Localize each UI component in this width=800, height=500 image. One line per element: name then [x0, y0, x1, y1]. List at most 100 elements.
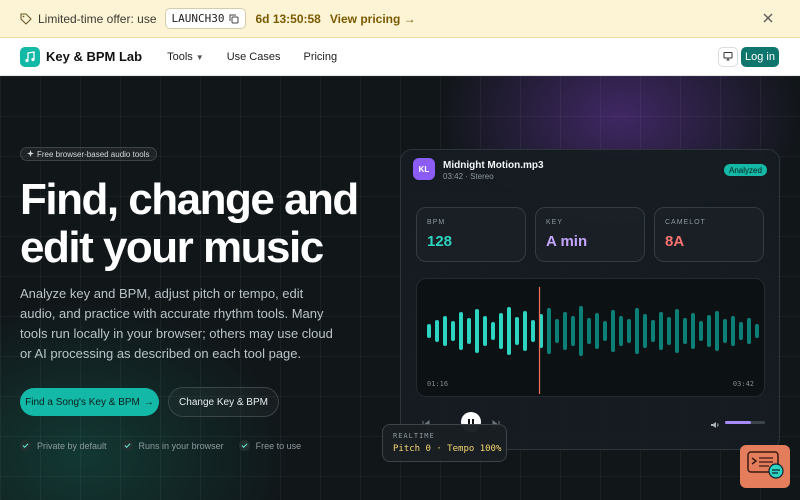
- check-icon: [238, 440, 250, 451]
- metric-camelot: CAMELOT 8A: [654, 207, 764, 262]
- waveform-bar: [691, 313, 695, 349]
- nav-links: Tools ▼ Use Cases Pricing: [167, 51, 337, 63]
- waveform-bar: [675, 309, 679, 353]
- sparkle-icon: [27, 149, 34, 159]
- metric-key: KEY A min: [535, 207, 645, 262]
- top-nav: Key & BPM Lab Tools ▼ Use Cases Pricing L…: [0, 38, 800, 76]
- theme-toggle-button[interactable]: [718, 47, 738, 67]
- perk-item: Free to use: [238, 440, 302, 451]
- promo-text: Limited-time offer: use: [38, 11, 157, 26]
- hero-badge-text: Free browser-based audio tools: [37, 149, 150, 159]
- monitor-icon: [723, 48, 733, 66]
- waveform-bar: [451, 321, 455, 341]
- time-total: 03:42: [732, 380, 754, 388]
- waveform-bar: [683, 318, 687, 344]
- waveform-bar: [571, 316, 575, 346]
- nav-item-pricing[interactable]: Pricing: [303, 51, 337, 63]
- metric-value: 128: [427, 233, 453, 250]
- time-current: 01:16: [427, 380, 449, 388]
- waveform-bar: [491, 322, 495, 340]
- logo-icon[interactable]: [20, 46, 40, 67]
- waveform-bar: [443, 316, 447, 346]
- promo-code-text: LAUNCH30: [171, 12, 225, 25]
- waveform-bar: [627, 319, 631, 343]
- realtime-value: Pitch 0 · Tempo 100%: [393, 444, 502, 454]
- perks-list: Private by default Runs in your browser …: [20, 440, 301, 451]
- analysis-card: KL Midnight Motion.mp3 03:42 · Stereo An…: [400, 149, 780, 450]
- waveform-bar: [515, 317, 519, 345]
- waveform-bar: [603, 321, 607, 341]
- check-icon: [20, 440, 31, 451]
- arrow-right-icon: →: [143, 396, 154, 408]
- nav-item-use-cases[interactable]: Use Cases: [227, 51, 281, 63]
- waveform-bar: [475, 309, 479, 353]
- waveform-bar: [611, 310, 615, 352]
- waveform-bar: [523, 311, 527, 351]
- waveform-bar: [715, 311, 719, 351]
- tag-icon: [20, 12, 32, 25]
- file-name: Midnight Motion.mp3: [443, 160, 544, 171]
- copy-icon[interactable]: [229, 14, 239, 24]
- status-badge: Analyzed: [724, 164, 767, 176]
- metric-value: A min: [546, 233, 588, 250]
- cta-primary-label: Find a Song's Key & BPM: [25, 396, 140, 408]
- volume-icon[interactable]: [710, 417, 720, 428]
- perk-item: Runs in your browser: [121, 440, 224, 451]
- waveform-bar: [643, 314, 647, 348]
- realtime-panel: REALTIME Pitch 0 · Tempo 100%: [382, 424, 507, 462]
- volume-slider[interactable]: [725, 421, 765, 424]
- waveform-bar: [435, 320, 439, 342]
- perk-item: Private by default: [20, 440, 107, 451]
- waveform-bar: [723, 319, 727, 343]
- perk-label: Runs in your browser: [138, 440, 224, 451]
- chevron-down-icon: ▼: [195, 52, 204, 62]
- chat-icon: [746, 449, 784, 484]
- volume-fill: [725, 421, 751, 424]
- waveform-bar: [459, 312, 463, 350]
- waveform-bar: [747, 318, 751, 344]
- waveform-bar: [507, 307, 511, 355]
- waveform-bar: [699, 321, 703, 341]
- waveform-bar: [531, 320, 535, 342]
- promo-timer: 6d 13:50:58: [255, 11, 321, 26]
- waveform-bars: [427, 287, 759, 394]
- change-key-bpm-button[interactable]: Change Key & BPM: [168, 387, 279, 417]
- chat-widget-button[interactable]: [740, 445, 790, 488]
- hero-subtext: Analyze key and BPM, adjust pitch or tem…: [20, 286, 333, 361]
- find-key-bpm-button[interactable]: Find a Song's Key & BPM →: [20, 388, 159, 416]
- waveform-bar: [595, 313, 599, 349]
- waveform-bar: [547, 308, 551, 354]
- file-avatar: KL: [413, 158, 435, 180]
- close-icon[interactable]: [762, 12, 774, 24]
- waveform-bar: [707, 315, 711, 347]
- waveform-bar: [731, 316, 735, 346]
- perk-label: Private by default: [37, 440, 107, 451]
- waveform-bar: [739, 322, 743, 340]
- waveform-bar: [651, 320, 655, 342]
- waveform-bar: [635, 308, 639, 354]
- perk-label: Free to use: [255, 440, 302, 451]
- realtime-label: REALTIME: [393, 432, 435, 440]
- login-button[interactable]: Log in: [741, 47, 779, 67]
- brand-name[interactable]: Key & BPM Lab: [46, 49, 142, 64]
- nav-item-tools[interactable]: Tools ▼: [167, 51, 204, 63]
- metric-label: CAMELOT: [665, 219, 706, 226]
- hero-headline: Find, change and edit your music: [20, 175, 359, 272]
- waveform-bar: [579, 306, 583, 356]
- waveform-bar: [467, 318, 471, 344]
- metric-label: BPM: [427, 219, 446, 226]
- waveform-bar: [427, 324, 431, 338]
- waveform-bar: [555, 319, 559, 343]
- promo-code[interactable]: LAUNCH30: [164, 8, 247, 29]
- metric-label: KEY: [546, 219, 564, 226]
- waveform-bar: [563, 312, 567, 350]
- waveform-bar: [755, 324, 759, 338]
- check-icon: [121, 440, 133, 451]
- waveform-bar: [499, 313, 503, 349]
- waveform[interactable]: 01:16 03:42: [416, 278, 765, 397]
- waveform-bar: [659, 312, 663, 350]
- file-meta: 03:42 · Stereo: [443, 172, 494, 181]
- nav-item-label: Tools: [167, 50, 193, 63]
- waveform-bar: [483, 316, 487, 346]
- view-pricing-link[interactable]: View pricing →: [330, 12, 416, 26]
